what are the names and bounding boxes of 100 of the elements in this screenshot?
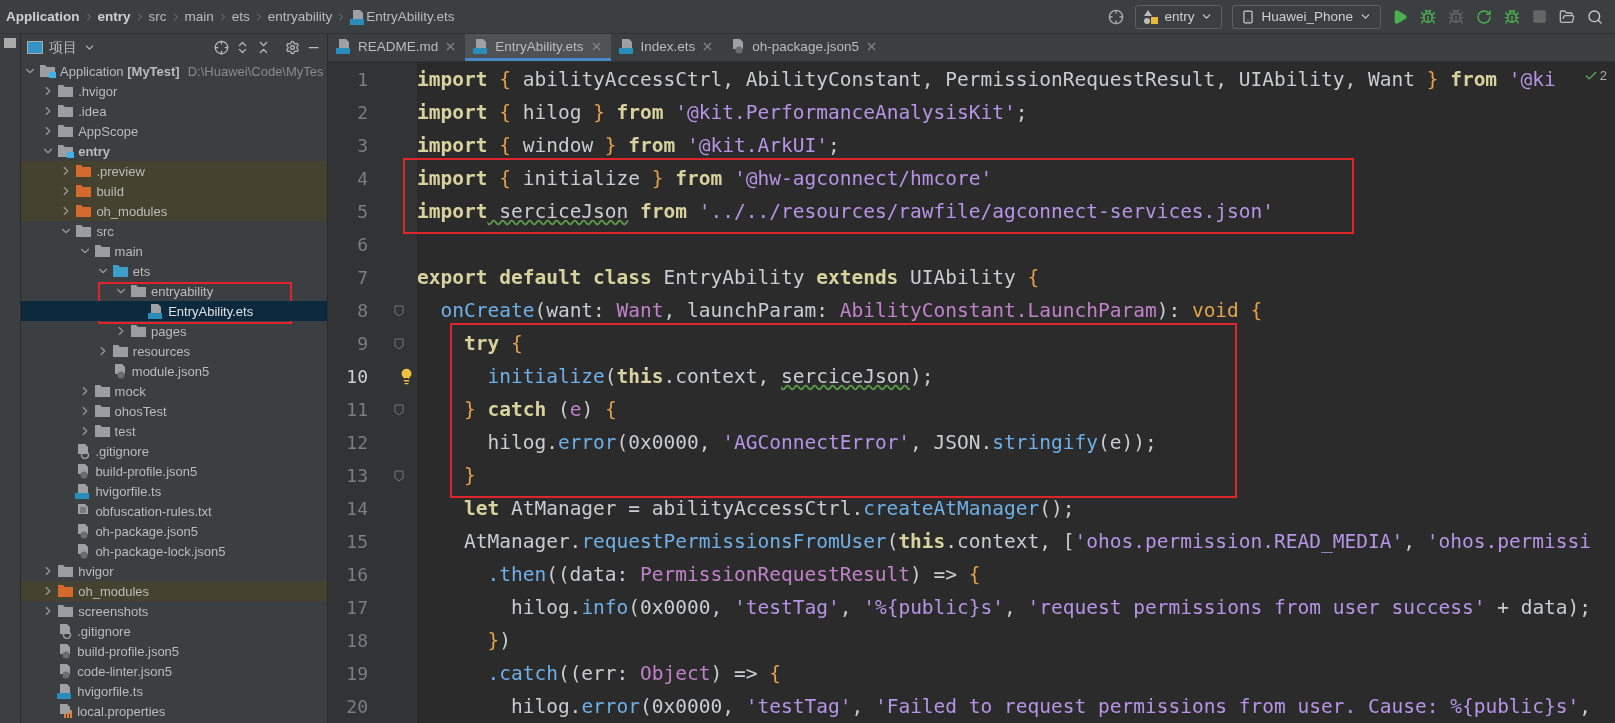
fold-icon[interactable] (394, 469, 404, 482)
search-icon[interactable] (1587, 8, 1603, 25)
file-name: oh_modules (96, 203, 168, 219)
folder-icon (93, 404, 111, 418)
tree-row[interactable]: module.json5 (21, 361, 327, 381)
tree-row[interactable]: EntryAbility.ets (21, 301, 327, 321)
line-number: 8 (356, 300, 368, 321)
breadcrumb[interactable]: ets (231, 9, 250, 24)
editor-tab[interactable]: Index.ets (610, 34, 723, 61)
file-name: .gitignore (95, 443, 149, 459)
line-number: 15 (345, 531, 368, 552)
target-icon[interactable] (1108, 8, 1125, 25)
file-icon (57, 703, 74, 719)
line-number: 5 (356, 201, 368, 222)
locate-icon[interactable] (214, 40, 229, 55)
file-icon (75, 483, 92, 499)
file-name: entryability (151, 283, 214, 299)
tree-row[interactable]: hvigorfile.ts (21, 681, 327, 701)
stop-icon[interactable] (1532, 9, 1547, 24)
line-number: 2 (356, 102, 368, 123)
tree-row[interactable]: .gitignore (21, 621, 327, 641)
code-line: export default class EntryAbility extends UIAbility { (417, 266, 1040, 289)
tree-row[interactable]: oh_modules (21, 581, 327, 601)
fold-icon[interactable] (394, 337, 404, 350)
line-number: 7 (356, 267, 368, 288)
tree-row[interactable]: .hvigor (21, 81, 327, 101)
file-name: AppScope (78, 123, 139, 139)
tree-row[interactable]: .gitignore (21, 441, 327, 461)
panel-icon (27, 41, 43, 54)
file-name: module.json5 (131, 363, 210, 379)
file-name: hvigorfile.ts (95, 483, 162, 499)
fold-icon[interactable] (394, 403, 404, 416)
tree-row[interactable]: build-profile.json5 (21, 461, 327, 481)
tree-row[interactable]: entryability (21, 281, 327, 301)
fold-icon[interactable] (394, 304, 404, 317)
file-name: hvigorfile.ts (77, 683, 143, 699)
reload-icon[interactable] (1476, 8, 1492, 25)
folder-icon (75, 164, 93, 178)
breadcrumb[interactable]: main (184, 9, 214, 24)
tree-row[interactable]: oh-package-lock.json5 (21, 541, 327, 561)
tree-row[interactable]: ohosTest (21, 401, 327, 421)
editor-tab[interactable]: README.md (328, 34, 466, 61)
tree-row[interactable]: main (21, 241, 327, 261)
breadcrumb[interactable]: entryability (267, 9, 333, 24)
tree-row[interactable]: .idea (21, 101, 327, 121)
debug-icon[interactable] (1504, 8, 1520, 25)
panel-title[interactable]: 项目 (49, 38, 77, 57)
device-dropdown[interactable]: Huawei_Phone (1232, 4, 1381, 29)
tree-row[interactable]: mock (21, 381, 327, 401)
file-name: oh-package.json5 (95, 523, 199, 539)
file-name: .hvigor (78, 83, 118, 99)
tree-row[interactable]: src (21, 221, 327, 241)
line-number: 4 (356, 168, 368, 189)
tree-row[interactable]: resources (21, 341, 327, 361)
settings-icon[interactable] (285, 40, 300, 55)
tree-row[interactable]: build (21, 181, 327, 201)
folder-icon (93, 424, 111, 438)
run-icon[interactable] (1392, 8, 1408, 25)
code-line: hilog.error(0x0000, 'AGConnectError', JSON.stringify(e)); (486, 431, 1157, 454)
tree-row[interactable]: AppScope (21, 121, 327, 141)
breadcrumb[interactable]: src (148, 9, 167, 24)
tree-row[interactable]: oh-package.json5 (21, 521, 327, 541)
breadcrumb[interactable]: EntryAbility.ets (366, 9, 455, 24)
tree-row[interactable]: screenshots (21, 601, 327, 621)
file-name: mock (114, 383, 146, 399)
editor-tab[interactable]: oh-package.json5 (722, 34, 886, 61)
file-name: build-profile.json5 (77, 643, 180, 659)
tree-row[interactable]: Application [MyTest] D:\Huawei\Code\MyTes (21, 61, 327, 81)
file-icon (473, 38, 490, 54)
folder-icon (57, 584, 75, 598)
tree-row[interactable]: test (21, 421, 327, 441)
tree-row[interactable]: oh_modules (21, 201, 327, 221)
code-line: import serciceJson from '../../resources/rawfile/agconnect-services.json' (417, 200, 1275, 223)
tree-row[interactable]: obfuscation-rules.txt (21, 501, 327, 521)
folder-icon (75, 184, 93, 198)
file-name: local.properties (77, 703, 166, 719)
file-name: .preview (96, 163, 145, 179)
breadcrumb[interactable]: entry (97, 9, 131, 24)
file-icon (336, 38, 352, 54)
breadcrumb[interactable]: Application (6, 9, 80, 24)
file-name: Application [MyTest] (60, 63, 180, 79)
debug-icon[interactable] (1420, 8, 1436, 25)
inspection-widget[interactable]: 2 (1583, 68, 1607, 83)
tree-row[interactable]: pages (21, 321, 327, 341)
module-dropdown[interactable]: entry (1135, 4, 1223, 29)
tree-row[interactable]: code-linter.json5 (21, 661, 327, 681)
tree-row[interactable]: local.properties (21, 701, 327, 721)
file-name: test (114, 423, 136, 439)
tree-row[interactable]: hvigorfile.ts (21, 481, 327, 501)
module-icon (39, 64, 56, 78)
tree-row[interactable]: ets (21, 261, 327, 281)
attach-debugger-icon[interactable] (1448, 8, 1464, 25)
folder-icon[interactable] (1559, 8, 1575, 25)
file-name: obfuscation-rules.txt (95, 503, 212, 519)
module-shapes-icon (1144, 9, 1159, 24)
tree-row[interactable]: hvigor (21, 561, 327, 581)
tree-row[interactable]: .preview (21, 161, 327, 181)
tree-row[interactable]: build-profile.json5 (21, 641, 327, 661)
editor-tab[interactable]: EntryAbility.ets (465, 34, 611, 61)
tree-row[interactable]: entry (21, 141, 327, 161)
